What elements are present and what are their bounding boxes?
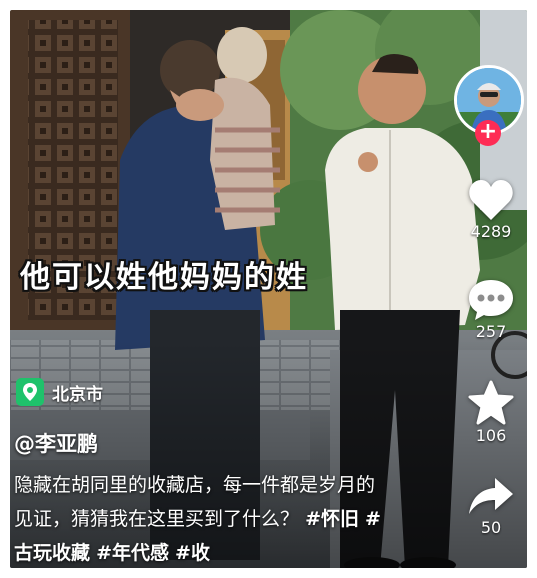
hashtag[interactable]: #年代感: [96, 542, 169, 564]
heart-icon: [469, 180, 513, 220]
hashtag[interactable]: #怀旧: [305, 508, 359, 530]
like-button[interactable]: 4289: [456, 178, 526, 241]
video-description[interactable]: 隐藏在胡同里的收藏店，每一件都是岁月的见证，猜猜我在这里买到了什么？ #怀旧 #…: [14, 468, 384, 568]
share-arrow-icon: [469, 478, 513, 514]
comment-count: 257: [475, 322, 507, 341]
comment-bubble-icon: [469, 280, 513, 320]
hashtag[interactable]: #收: [175, 542, 210, 564]
author-handle[interactable]: @李亚鹏: [14, 428, 98, 458]
plus-icon: +: [478, 119, 498, 144]
comment-button[interactable]: 257: [456, 278, 526, 341]
location-label: 北京市: [52, 384, 103, 405]
follow-button[interactable]: +: [475, 120, 501, 146]
star-icon: [468, 380, 514, 425]
location-pin-icon: [16, 378, 44, 406]
share-count: 50: [480, 518, 502, 537]
favorite-count: 106: [475, 426, 507, 445]
video-subtitle: 他可以姓他妈妈的姓: [20, 260, 308, 295]
like-count: 4289: [470, 222, 512, 241]
favorite-button[interactable]: 106: [456, 380, 526, 445]
location-tag[interactable]: 北京市: [16, 378, 103, 406]
share-button[interactable]: 50: [456, 476, 526, 537]
video-player[interactable]: 他可以姓他妈妈的姓 北京市 @李亚鹏 隐藏在胡同里的收藏店，每一件都是岁月的见证…: [10, 10, 527, 568]
